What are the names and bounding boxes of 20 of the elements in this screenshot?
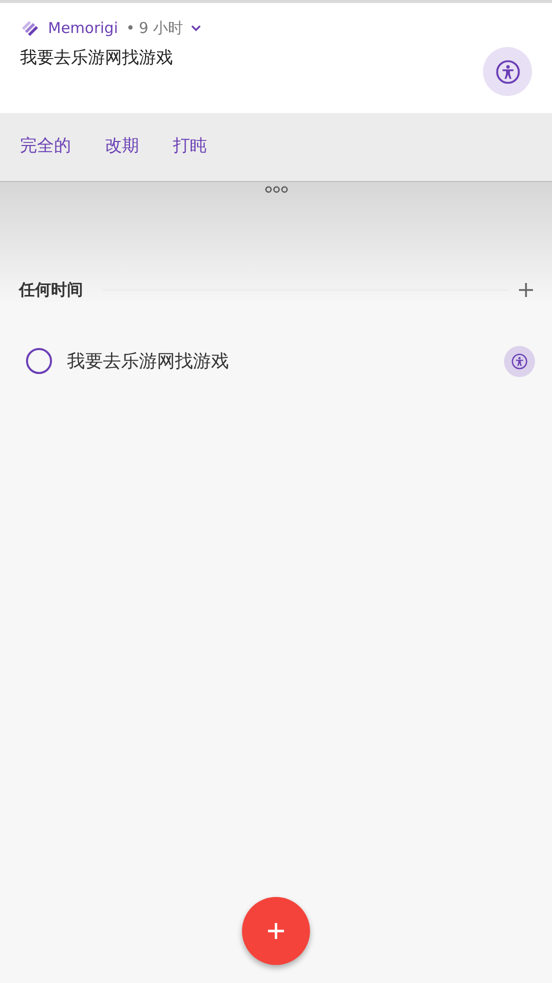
accessibility-icon (494, 58, 520, 84)
task-checkbox[interactable] (26, 348, 52, 374)
notification-time: 9 小时 (138, 18, 184, 39)
chevron-down-icon[interactable] (191, 24, 202, 32)
app-logo-icon (20, 19, 40, 38)
app-name: Memorigi (48, 18, 118, 39)
action-button[interactable]: 完全的 (20, 134, 71, 160)
notification-title: 我要去乐游网找游戏 (20, 46, 174, 70)
section-title: 任何时间 (19, 279, 83, 301)
action-button[interactable]: 改期 (105, 134, 139, 160)
add-icon[interactable] (518, 282, 534, 298)
task-title: 我要去乐游网找游戏 (67, 350, 230, 374)
accessibility-button[interactable] (483, 47, 532, 96)
add-button[interactable] (242, 897, 310, 965)
action-button[interactable]: 打盹 (173, 134, 207, 160)
accessibility-icon (511, 352, 528, 370)
accessibility-button[interactable] (504, 346, 535, 376)
drag-handle-icon[interactable] (264, 186, 288, 193)
add-icon (267, 922, 285, 940)
separator: • (126, 18, 135, 39)
